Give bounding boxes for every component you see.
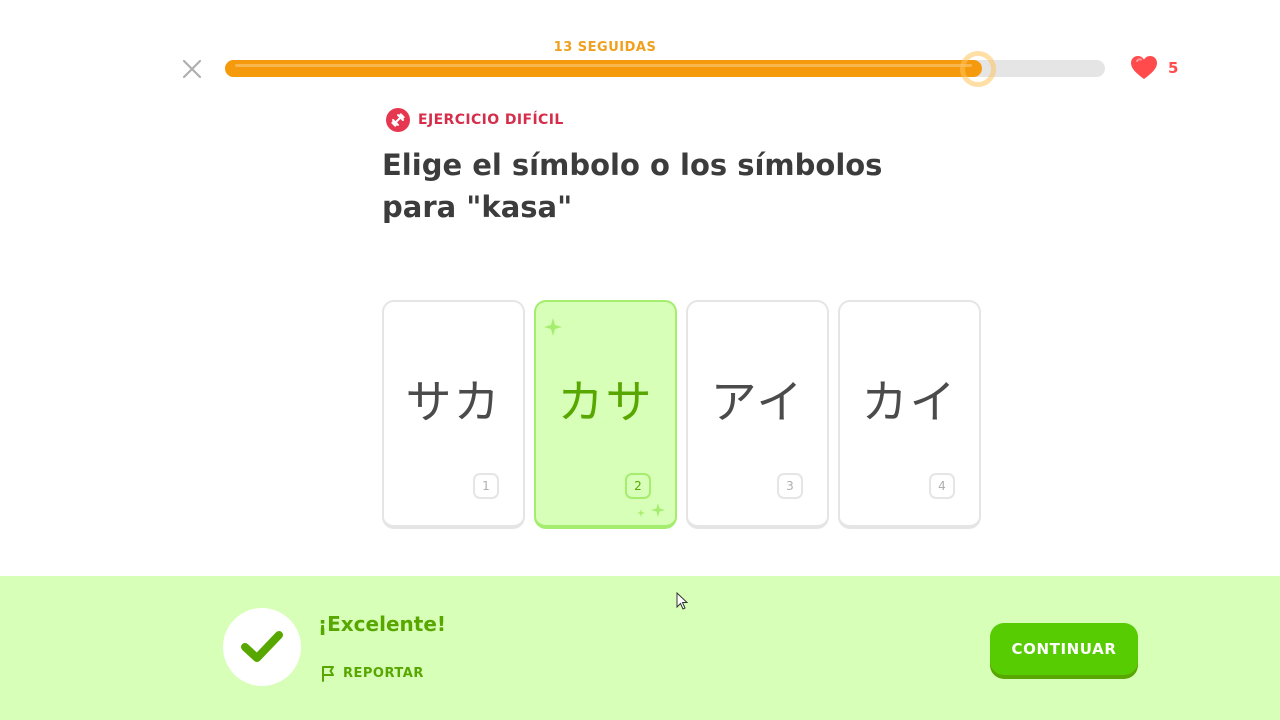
answer-card-2[interactable]: カサ 2 [534, 300, 677, 529]
card-symbols: カサ [557, 375, 654, 429]
close-button[interactable] [180, 57, 204, 81]
hearts-counter[interactable]: 5 [1130, 55, 1178, 80]
hearts-count: 5 [1168, 58, 1179, 77]
badge-label: EJERCICIO DIFÍCIL [418, 112, 564, 128]
card-shortcut-number: 1 [473, 473, 499, 499]
answer-options: サカ 1 カサ 2 アイ 3 カイ 4 [382, 300, 981, 529]
mouse-cursor-icon [676, 592, 688, 610]
progress-glow [959, 51, 996, 87]
exercise-prompt: Elige el símbolo o los símbolos para "ka… [382, 148, 883, 224]
success-badge [223, 608, 301, 686]
answer-card-1[interactable]: サカ 1 [382, 300, 525, 529]
answer-card-3[interactable]: アイ 3 [686, 300, 829, 529]
checkmark-icon [241, 631, 283, 662]
report-button[interactable]: REPORTAR [320, 665, 424, 682]
heart-icon [1131, 56, 1157, 79]
sparkle-icon [544, 318, 562, 336]
card-shortcut-number: 4 [929, 473, 955, 499]
progress-fill [225, 60, 982, 77]
card-symbols: サカ [405, 375, 502, 429]
sparkle-icon [651, 503, 665, 517]
card-shortcut-number: 3 [777, 473, 803, 499]
lesson-progress-bar [225, 51, 1105, 87]
lesson-screen: 13 SEGUIDAS 5 EJERCICIO DIFÍCIL Elige el… [0, 0, 1280, 720]
answer-card-4[interactable]: カイ 4 [838, 300, 981, 529]
flag-icon [322, 666, 334, 682]
close-icon [182, 59, 202, 79]
card-shortcut-number: 2 [625, 473, 651, 499]
dumbbell-icon [386, 108, 410, 132]
continue-button[interactable]: CONTINUAR [990, 623, 1138, 675]
streak-label: 13 SEGUIDAS [553, 40, 657, 55]
hard-exercise-badge: EJERCICIO DIFÍCIL [386, 108, 564, 132]
card-symbols: アイ [710, 375, 805, 429]
report-label: REPORTAR [343, 666, 424, 681]
feedback-panel: ¡Excelente! REPORTAR CONTINUAR [0, 576, 1280, 720]
sparkle-icon [637, 509, 645, 517]
card-symbols: カイ [861, 375, 958, 429]
result-title: ¡Excelente! [318, 612, 447, 636]
